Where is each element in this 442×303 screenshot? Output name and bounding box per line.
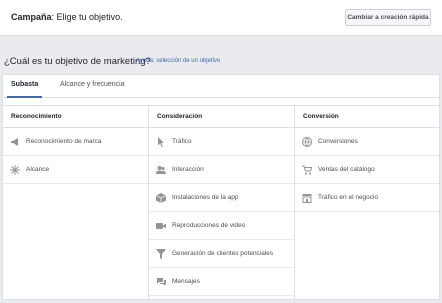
objective-label: Generación de clientes potenciales	[172, 250, 274, 257]
tab-alcance-frecuencia[interactable]: Alcance y frecuencia	[60, 81, 125, 98]
cursor-icon	[155, 136, 166, 147]
column-title: Conversión	[295, 106, 439, 128]
column-title: Consideración	[149, 106, 294, 128]
objective-generacion-clientes[interactable]: Generación de clientes potenciales	[149, 240, 294, 268]
funnel-icon	[155, 248, 166, 259]
tab-subasta[interactable]: Subasta	[6, 81, 43, 98]
objective-trafico[interactable]: Tráfico	[149, 128, 294, 156]
objective-reproducciones-video[interactable]: Reproducciones de video	[149, 212, 294, 240]
objective-label: Ventas del catálogo	[318, 166, 375, 173]
campaign-label: Campaña	[11, 12, 52, 22]
megaphone-icon	[9, 136, 20, 147]
tabs-spacer	[3, 98, 439, 106]
objective-label: Tráfico	[172, 138, 192, 145]
objective-instalaciones-app[interactable]: Instalaciones de la app	[149, 184, 294, 212]
campaign-header: Campaña: Elige tu objetivo. Cambiar a cr…	[0, 0, 442, 36]
quick-creation-button[interactable]: Cambiar a creación rápida	[345, 9, 431, 26]
campaign-title: Campaña: Elige tu objetivo.	[11, 12, 123, 22]
people-icon	[155, 164, 166, 175]
objective-trafico-negocio[interactable]: Tráfico en el negocio	[295, 184, 439, 212]
objective-label: Conversiones	[318, 138, 358, 145]
objective-mensajes[interactable]: Mensajes	[149, 268, 294, 296]
objective-label: Reconocimiento de marca	[26, 138, 102, 145]
cart-icon	[301, 164, 312, 175]
objective-label: Reproducciones de video	[172, 222, 246, 229]
objective-help-link[interactable]: Ayuda: selección de un objetivo	[136, 58, 220, 64]
buying-type-tabs: Subasta Alcance y frecuencia	[3, 75, 439, 98]
objective-label: Interacción	[172, 166, 204, 173]
objective-reconocimiento-marca[interactable]: Reconocimiento de marca	[3, 128, 148, 156]
column-consideracion: Consideración Tráfico Interacción Instal…	[149, 106, 295, 300]
column-title: Reconocimiento	[3, 106, 148, 128]
column-conversion: Conversión Conversiones Ventas del catál…	[295, 106, 439, 300]
objective-label: Tráfico en el negocio	[318, 194, 379, 201]
store-icon	[301, 192, 312, 203]
objective-conversiones[interactable]: Conversiones	[295, 128, 439, 156]
objective-interaccion[interactable]: Interacción	[149, 156, 294, 184]
objective-ventas-catalogo[interactable]: Ventas del catálogo	[295, 156, 439, 184]
chat-icon	[155, 276, 166, 287]
box-icon	[155, 192, 166, 203]
objective-label: Mensajes	[172, 278, 200, 285]
globe-icon	[301, 136, 312, 147]
objective-label: Instalaciones de la app	[172, 194, 239, 201]
objective-panel: Subasta Alcance y frecuencia Reconocimie…	[2, 74, 440, 300]
campaign-hint: Elige tu objetivo.	[56, 12, 123, 22]
column-reconocimiento: Reconocimiento Reconocimiento de marca A…	[3, 106, 149, 300]
sparkle-icon	[9, 164, 20, 175]
objective-alcance[interactable]: Alcance	[3, 156, 148, 184]
objective-question: ¿Cuál es tu objetivo de marketing?	[4, 56, 151, 67]
video-icon	[155, 220, 166, 231]
objective-label: Alcance	[26, 166, 50, 173]
